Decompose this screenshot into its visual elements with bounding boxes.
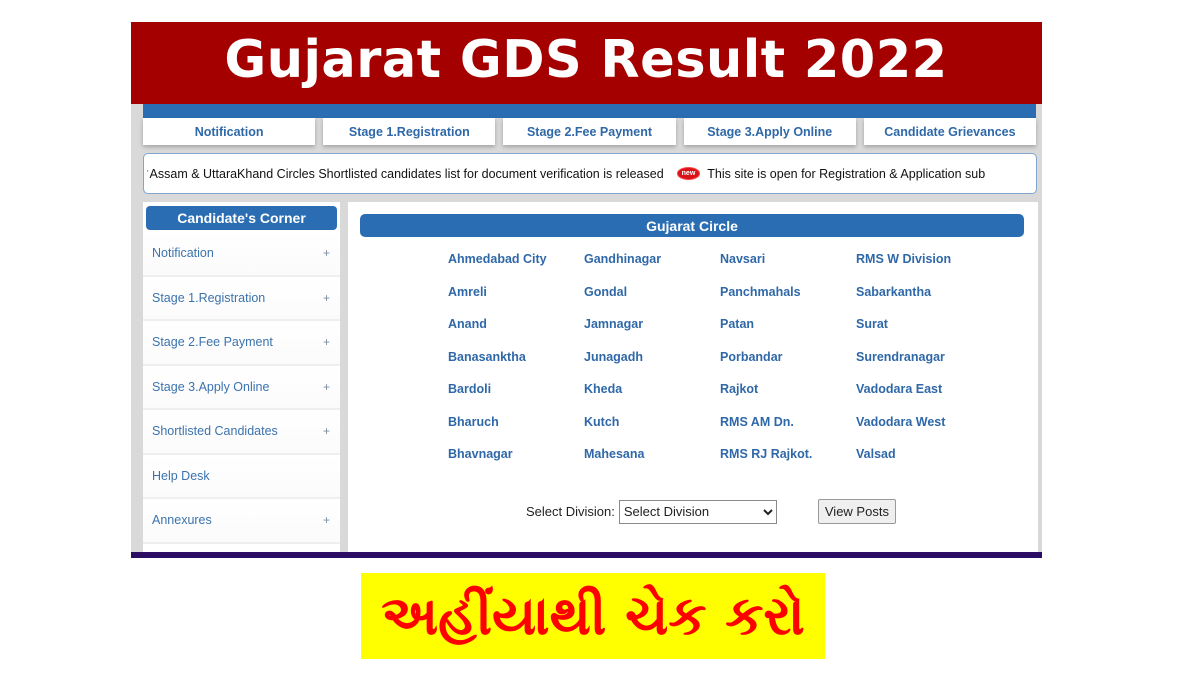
division-select[interactable]: Select Division bbox=[618, 499, 777, 524]
circle-title: Gujarat Circle bbox=[360, 214, 1024, 237]
division-link[interactable]: Vadodara East bbox=[856, 382, 992, 415]
division-link[interactable]: Rajkot bbox=[720, 382, 856, 415]
sidebar-item-notification[interactable]: Notification + bbox=[143, 232, 340, 277]
division-link[interactable]: Junagadh bbox=[584, 350, 720, 383]
sidebar-item-label: Shortlisted Candidates bbox=[152, 424, 278, 439]
division-link[interactable]: Banasanktha bbox=[448, 350, 584, 383]
division-link[interactable]: Bhavnagar bbox=[448, 447, 584, 480]
tab-stage3-apply-online[interactable]: Stage 3.Apply Online bbox=[683, 118, 856, 145]
new-badge-icon: new bbox=[677, 168, 700, 179]
sidebar-item-annexures[interactable]: Annexures + bbox=[143, 499, 340, 544]
view-posts-button[interactable]: View Posts bbox=[817, 499, 896, 524]
sidebar-item-stage3-apply-online[interactable]: Stage 3.Apply Online + bbox=[143, 365, 340, 410]
division-link[interactable]: Patan bbox=[720, 317, 856, 350]
website-screenshot: Gujarat GDS Result 2022 Notification Sta… bbox=[131, 22, 1042, 558]
division-link[interactable]: Kutch bbox=[584, 415, 720, 448]
expand-icon[interactable]: + bbox=[323, 424, 330, 438]
division-selector: Select Division: Select Division View Po… bbox=[526, 499, 896, 524]
select-division-label: Select Division: bbox=[526, 504, 615, 519]
page-title: Gujarat GDS Result 2022 bbox=[224, 30, 949, 90]
division-link[interactable]: Bardoli bbox=[448, 382, 584, 415]
tab-notification[interactable]: Notification bbox=[143, 118, 316, 145]
bullet-icon: ' bbox=[147, 169, 149, 178]
expand-icon[interactable]: + bbox=[323, 246, 330, 260]
division-link[interactable]: Mahesana bbox=[584, 447, 720, 480]
division-link[interactable]: Ahmedabad City bbox=[448, 252, 584, 285]
division-link[interactable]: Navsari bbox=[720, 252, 856, 285]
sidebar-item-help-desk[interactable]: Help Desk bbox=[143, 454, 340, 499]
division-link[interactable]: Amreli bbox=[448, 285, 584, 318]
sidebar-item-label: Stage 2.Fee Payment bbox=[152, 335, 273, 350]
footer-bar bbox=[131, 552, 1042, 558]
nav-strip bbox=[143, 104, 1036, 118]
tab-stage2-fee-payment[interactable]: Stage 2.Fee Payment bbox=[503, 118, 676, 145]
division-link[interactable]: Surendranagar bbox=[856, 350, 992, 383]
circle-panel: Gujarat Circle Ahmedabad City Gandhinagar… bbox=[348, 202, 1038, 558]
check-here-label[interactable]: અહીંયાથી ચેક કરો bbox=[381, 589, 805, 643]
sidebar-item-label: Annexures bbox=[152, 513, 212, 528]
division-link[interactable]: RMS W Division bbox=[856, 252, 992, 285]
expand-icon[interactable]: + bbox=[323, 335, 330, 349]
division-link[interactable]: Gondal bbox=[584, 285, 720, 318]
title-banner: Gujarat GDS Result 2022 bbox=[131, 22, 1042, 104]
expand-icon[interactable]: + bbox=[323, 513, 330, 527]
sidebar-item-label: Notification bbox=[152, 246, 214, 261]
sidebar-item-label: Stage 3.Apply Online bbox=[152, 379, 270, 394]
sidebar-item-shortlisted-candidates[interactable]: Shortlisted Candidates + bbox=[143, 410, 340, 455]
expand-icon[interactable]: + bbox=[323, 291, 330, 305]
sidebar-item-stage2-fee-payment[interactable]: Stage 2.Fee Payment + bbox=[143, 321, 340, 366]
division-link[interactable]: Anand bbox=[448, 317, 584, 350]
check-here-banner[interactable]: અહીંયાથી ચેક કરો bbox=[361, 573, 825, 659]
news-ticker[interactable]: ' Assam & UttaraKhand Circles Shortliste… bbox=[143, 153, 1037, 194]
division-link[interactable]: Porbandar bbox=[720, 350, 856, 383]
sidebar-item-label: Stage 1.Registration bbox=[152, 290, 266, 305]
division-link[interactable]: Sabarkantha bbox=[856, 285, 992, 318]
sidebar-menu: Notification + Stage 1.Registration + St… bbox=[143, 232, 340, 544]
division-link[interactable]: Valsad bbox=[856, 447, 992, 480]
ticker-message[interactable]: This site is open for Registration & App… bbox=[707, 167, 985, 181]
ticker-message[interactable]: Assam & UttaraKhand Circles Shortlisted … bbox=[150, 167, 664, 181]
division-link[interactable]: Kheda bbox=[584, 382, 720, 415]
division-link[interactable]: Surat bbox=[856, 317, 992, 350]
sidebar-item-label: Help Desk bbox=[152, 468, 210, 483]
division-links-grid: Ahmedabad City Gandhinagar Navsari RMS W Di… bbox=[448, 252, 992, 480]
division-link[interactable]: Jamnagar bbox=[584, 317, 720, 350]
division-link[interactable]: Gandhinagar bbox=[584, 252, 720, 285]
tab-candidate-grievances[interactable]: Candidate Grievances bbox=[863, 118, 1037, 145]
expand-icon[interactable]: + bbox=[323, 380, 330, 394]
division-link[interactable]: Bharuch bbox=[448, 415, 584, 448]
sidebar-title: Candidate's Corner bbox=[146, 206, 337, 230]
tab-stage1-registration[interactable]: Stage 1.Registration bbox=[323, 118, 496, 145]
division-link[interactable]: RMS AM Dn. bbox=[720, 415, 856, 448]
division-link[interactable]: Panchmahals bbox=[720, 285, 856, 318]
sidebar-item-stage1-registration[interactable]: Stage 1.Registration + bbox=[143, 276, 340, 321]
division-link[interactable]: Vadodara West bbox=[856, 415, 992, 448]
candidates-corner-sidebar: Candidate's Corner Notification + Stage … bbox=[143, 202, 340, 558]
top-nav: Notification Stage 1.Registration Stage … bbox=[143, 118, 1037, 145]
division-link[interactable]: RMS RJ Rajkot. bbox=[720, 447, 856, 480]
